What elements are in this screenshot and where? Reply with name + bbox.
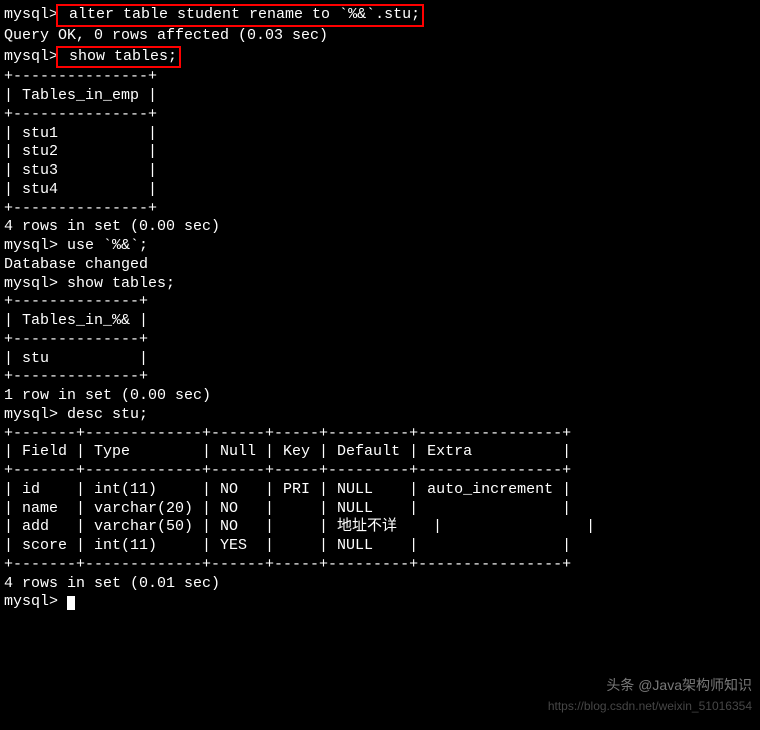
table-row: | stu4 | bbox=[4, 181, 756, 200]
table-row: | stu3 | bbox=[4, 162, 756, 181]
table2-sep: +--------------+ bbox=[4, 331, 756, 350]
prompt: mysql> bbox=[4, 593, 58, 610]
table1-sep: +---------------+ bbox=[4, 68, 756, 87]
cmd-line-2: mysql> show tables; bbox=[4, 46, 756, 69]
table-row: | add | varchar(50) | NO | | 地址不详 | | bbox=[4, 518, 756, 537]
table3-footer: 4 rows in set (0.01 sec) bbox=[4, 575, 756, 594]
highlighted-command-1: alter table student rename to `%&`.stu; bbox=[56, 4, 424, 27]
table3-header: | Field | Type | Null | Key | Default | … bbox=[4, 443, 756, 462]
table2-header: | Tables_in_%& | bbox=[4, 312, 756, 331]
table1-footer: 4 rows in set (0.00 sec) bbox=[4, 218, 756, 237]
table-row: | score | int(11) | YES | | NULL | | bbox=[4, 537, 756, 556]
table3-sep: +-------+-------------+------+-----+----… bbox=[4, 462, 756, 481]
watermark-text-1: 头条 @Java架构师知识 bbox=[606, 677, 752, 695]
result-3: Database changed bbox=[4, 256, 756, 275]
cmd-line-4: mysql> show tables; bbox=[4, 275, 756, 294]
result-1: Query OK, 0 rows affected (0.03 sec) bbox=[4, 27, 756, 46]
table-row: | id | int(11) | NO | PRI | NULL | auto_… bbox=[4, 481, 756, 500]
cmd-line-3: mysql> use `%&`; bbox=[4, 237, 756, 256]
table2-sep: +--------------+ bbox=[4, 368, 756, 387]
table-row: | stu1 | bbox=[4, 125, 756, 144]
prompt-line[interactable]: mysql> bbox=[4, 593, 756, 612]
table2-sep: +--------------+ bbox=[4, 293, 756, 312]
cmd-line-1: mysql> alter table student rename to `%&… bbox=[4, 4, 756, 27]
watermark-text-2: https://blog.csdn.net/weixin_51016354 bbox=[548, 699, 752, 714]
cursor-icon bbox=[67, 596, 75, 610]
table-row: | name | varchar(20) | NO | | NULL | | bbox=[4, 500, 756, 519]
table-row: | stu | bbox=[4, 350, 756, 369]
cmd-line-5: mysql> desc stu; bbox=[4, 406, 756, 425]
highlighted-command-2: show tables; bbox=[56, 46, 181, 69]
table1-header: | Tables_in_emp | bbox=[4, 87, 756, 106]
prompt: mysql> bbox=[4, 6, 58, 23]
table1-sep: +---------------+ bbox=[4, 200, 756, 219]
prompt: mysql> bbox=[4, 48, 58, 65]
table2-footer: 1 row in set (0.00 sec) bbox=[4, 387, 756, 406]
table3-sep: +-------+-------------+------+-----+----… bbox=[4, 556, 756, 575]
table3-sep: +-------+-------------+------+-----+----… bbox=[4, 425, 756, 444]
table1-sep: +---------------+ bbox=[4, 106, 756, 125]
table-row: | stu2 | bbox=[4, 143, 756, 162]
